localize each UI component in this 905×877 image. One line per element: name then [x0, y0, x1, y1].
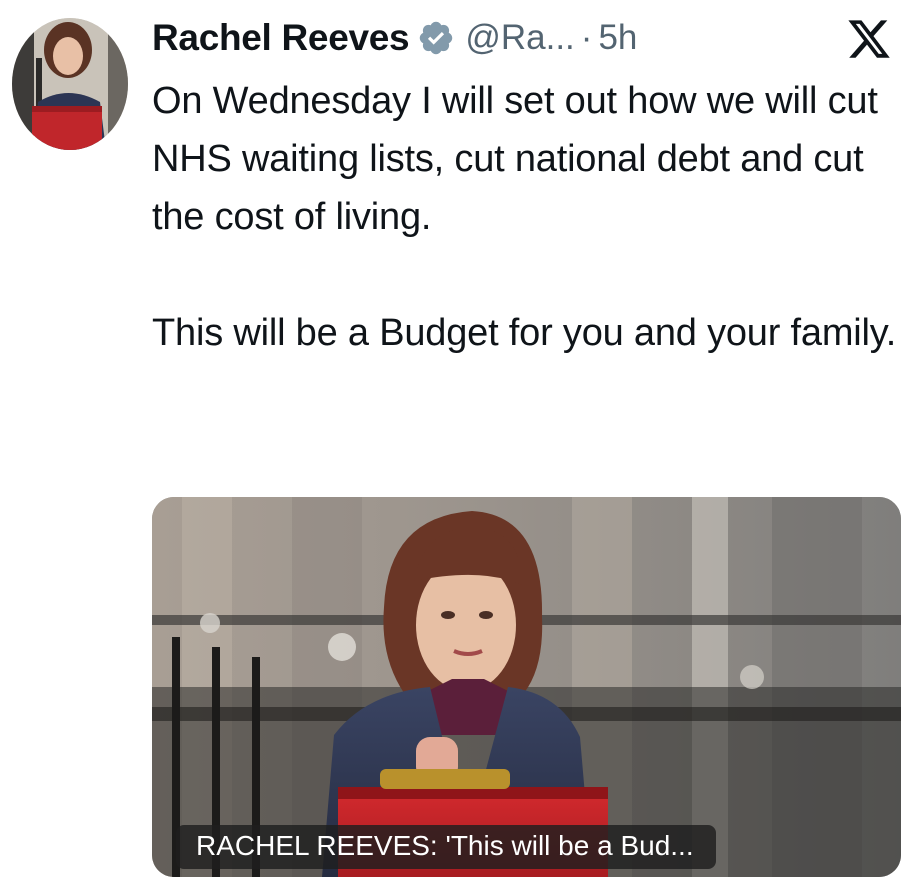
header-separator: · [580, 18, 593, 57]
verified-badge-icon[interactable] [417, 19, 455, 57]
author-handle[interactable]: @Ra... [465, 18, 574, 58]
x-logo-icon[interactable] [846, 16, 892, 62]
tweet-header: Rachel Reeves @Ra... · 5h [152, 12, 637, 64]
tweet-paragraph: On Wednesday I will set out how we will … [152, 80, 878, 238]
media-caption: RACHEL REEVES: 'This will be a Bud... [176, 825, 716, 869]
tweet-timestamp[interactable]: 5h [598, 18, 637, 58]
avatar-image [12, 18, 128, 150]
avatar[interactable] [12, 18, 128, 150]
tweet-text: On Wednesday I will set out how we will … [152, 72, 902, 362]
author-display-name[interactable]: Rachel Reeves [152, 17, 410, 59]
tweet-media[interactable]: RACHEL REEVES: 'This will be a Bud... [152, 497, 901, 877]
media-photo [152, 497, 901, 877]
tweet-paragraph: This will be a Budget for you and your f… [152, 312, 897, 354]
